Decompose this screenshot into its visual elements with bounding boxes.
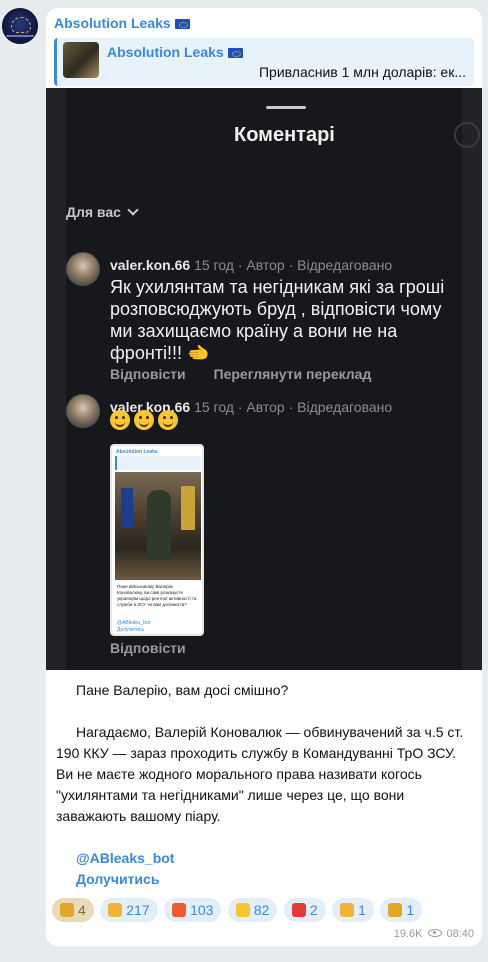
brain-logo-icon <box>11 17 31 33</box>
eye-icon <box>428 929 443 937</box>
comment-meta-text: 15 год · Автор · Відредаговано <box>194 257 393 273</box>
translate-action: Переглянути переклад <box>213 366 372 382</box>
embedded-photo <box>115 472 201 580</box>
grinning-face-icon <box>110 410 130 430</box>
comment-emojis <box>110 410 182 430</box>
reply-text: Привласнив 1 млн доларів: ек... <box>258 64 466 80</box>
grinning-face-icon <box>134 410 154 430</box>
reply-thumbnail <box>63 42 99 78</box>
reply-preview[interactable]: Absolution Leaks Привласнив 1 млн доларі… <box>54 38 474 86</box>
comment-actions: Відповісти Переглянути переклад <box>110 366 395 382</box>
star-icon <box>60 903 74 917</box>
sheet-handle <box>266 106 306 109</box>
paragraph: Нагадаємо, Валерій Коновалюк — обвинувач… <box>56 724 464 824</box>
chevron-down-icon <box>127 204 139 216</box>
commenter-avatar <box>66 252 100 286</box>
embedded-join-link: Долучитись <box>117 627 145 633</box>
attached-screenshot[interactable]: Коментарі Для вас valer.kon.66 15 год · … <box>46 88 482 670</box>
lightning-icon <box>235 903 250 917</box>
thumbs-up-icon <box>108 903 123 917</box>
reply-action: Відповісти <box>110 640 186 656</box>
reactions-bar: 4 217 103 82 2 1 1 <box>52 898 424 922</box>
comment-actions: Відповісти <box>110 640 210 656</box>
comment-text: Як ухилянтам та негідникам які за гроші … <box>110 277 445 363</box>
grinning-face-icon <box>158 410 178 430</box>
embedded-bot-link: @ABleaks_bot <box>117 620 151 626</box>
comment-meta-text: 15 год · Автор · Відредаговано <box>194 399 393 415</box>
reaction-lightning[interactable]: 82 <box>227 898 278 922</box>
bot-link[interactable]: @ABleaks_bot <box>56 848 476 869</box>
commenter-avatar <box>66 394 100 428</box>
comments-title: Коментарі <box>234 124 335 146</box>
flag-shape <box>181 486 195 530</box>
message-bubble: Absolution Leaks Absolution Leaks Привла… <box>46 8 482 946</box>
reaction-thumbs-up[interactable]: 217 <box>100 898 158 922</box>
channel-name: Absolution Leaks <box>54 15 171 31</box>
embedded-links: @ABleaks_bot Долучитись <box>117 620 150 634</box>
message-time: 08:40 <box>446 928 474 940</box>
reply-title: Absolution Leaks <box>107 44 224 60</box>
reaction-fire[interactable]: 103 <box>164 898 222 922</box>
trophy-icon <box>388 903 403 917</box>
ok-hand-icon <box>340 903 355 917</box>
message-text: Пане Валерію, вам досі смішно? Нагадаємо… <box>56 680 476 890</box>
view-count: 19.6K <box>393 928 423 940</box>
join-link[interactable]: Долучитись <box>56 869 476 890</box>
eu-flag-icon <box>227 48 243 58</box>
comments-filter: Для вас <box>66 204 139 220</box>
logo-wordmark <box>6 35 36 37</box>
embedded-reply <box>115 456 201 470</box>
filter-label: Для вас <box>66 204 121 220</box>
comment-meta: valer.kon.66 15 год · Автор · Відредагов… <box>110 257 392 273</box>
embedded-channel: Absolution Leaks <box>116 449 158 455</box>
person-figure <box>147 490 171 560</box>
channel-name-header[interactable]: Absolution Leaks <box>54 15 190 31</box>
reaction-trophy[interactable]: 1 <box>380 898 423 922</box>
channel-avatar[interactable] <box>2 8 38 44</box>
reaction-hundred[interactable]: 2 <box>283 898 326 922</box>
embedded-post-screenshot: Absolution Leaks Пане військовому Валері… <box>110 444 204 636</box>
message-footer: 19.6K 08:40 <box>394 928 474 940</box>
eu-flag-icon <box>174 19 190 29</box>
embedded-text: Пане військовому Валерію Коновалюку, ви … <box>117 584 197 607</box>
hundred-icon <box>291 903 306 917</box>
reaction-star[interactable]: 4 <box>52 898 94 922</box>
paragraph: Пане Валерію, вам досі смішно? <box>76 682 289 698</box>
reply-title-row: Absolution Leaks <box>107 44 243 60</box>
flag-shape <box>121 488 133 528</box>
comment-username: valer.kon.66 <box>110 257 191 273</box>
reaction-ok-hand[interactable]: 1 <box>332 898 374 922</box>
close-icon <box>454 122 480 148</box>
fire-icon <box>172 903 187 917</box>
reply-action: Відповісти <box>110 366 186 382</box>
